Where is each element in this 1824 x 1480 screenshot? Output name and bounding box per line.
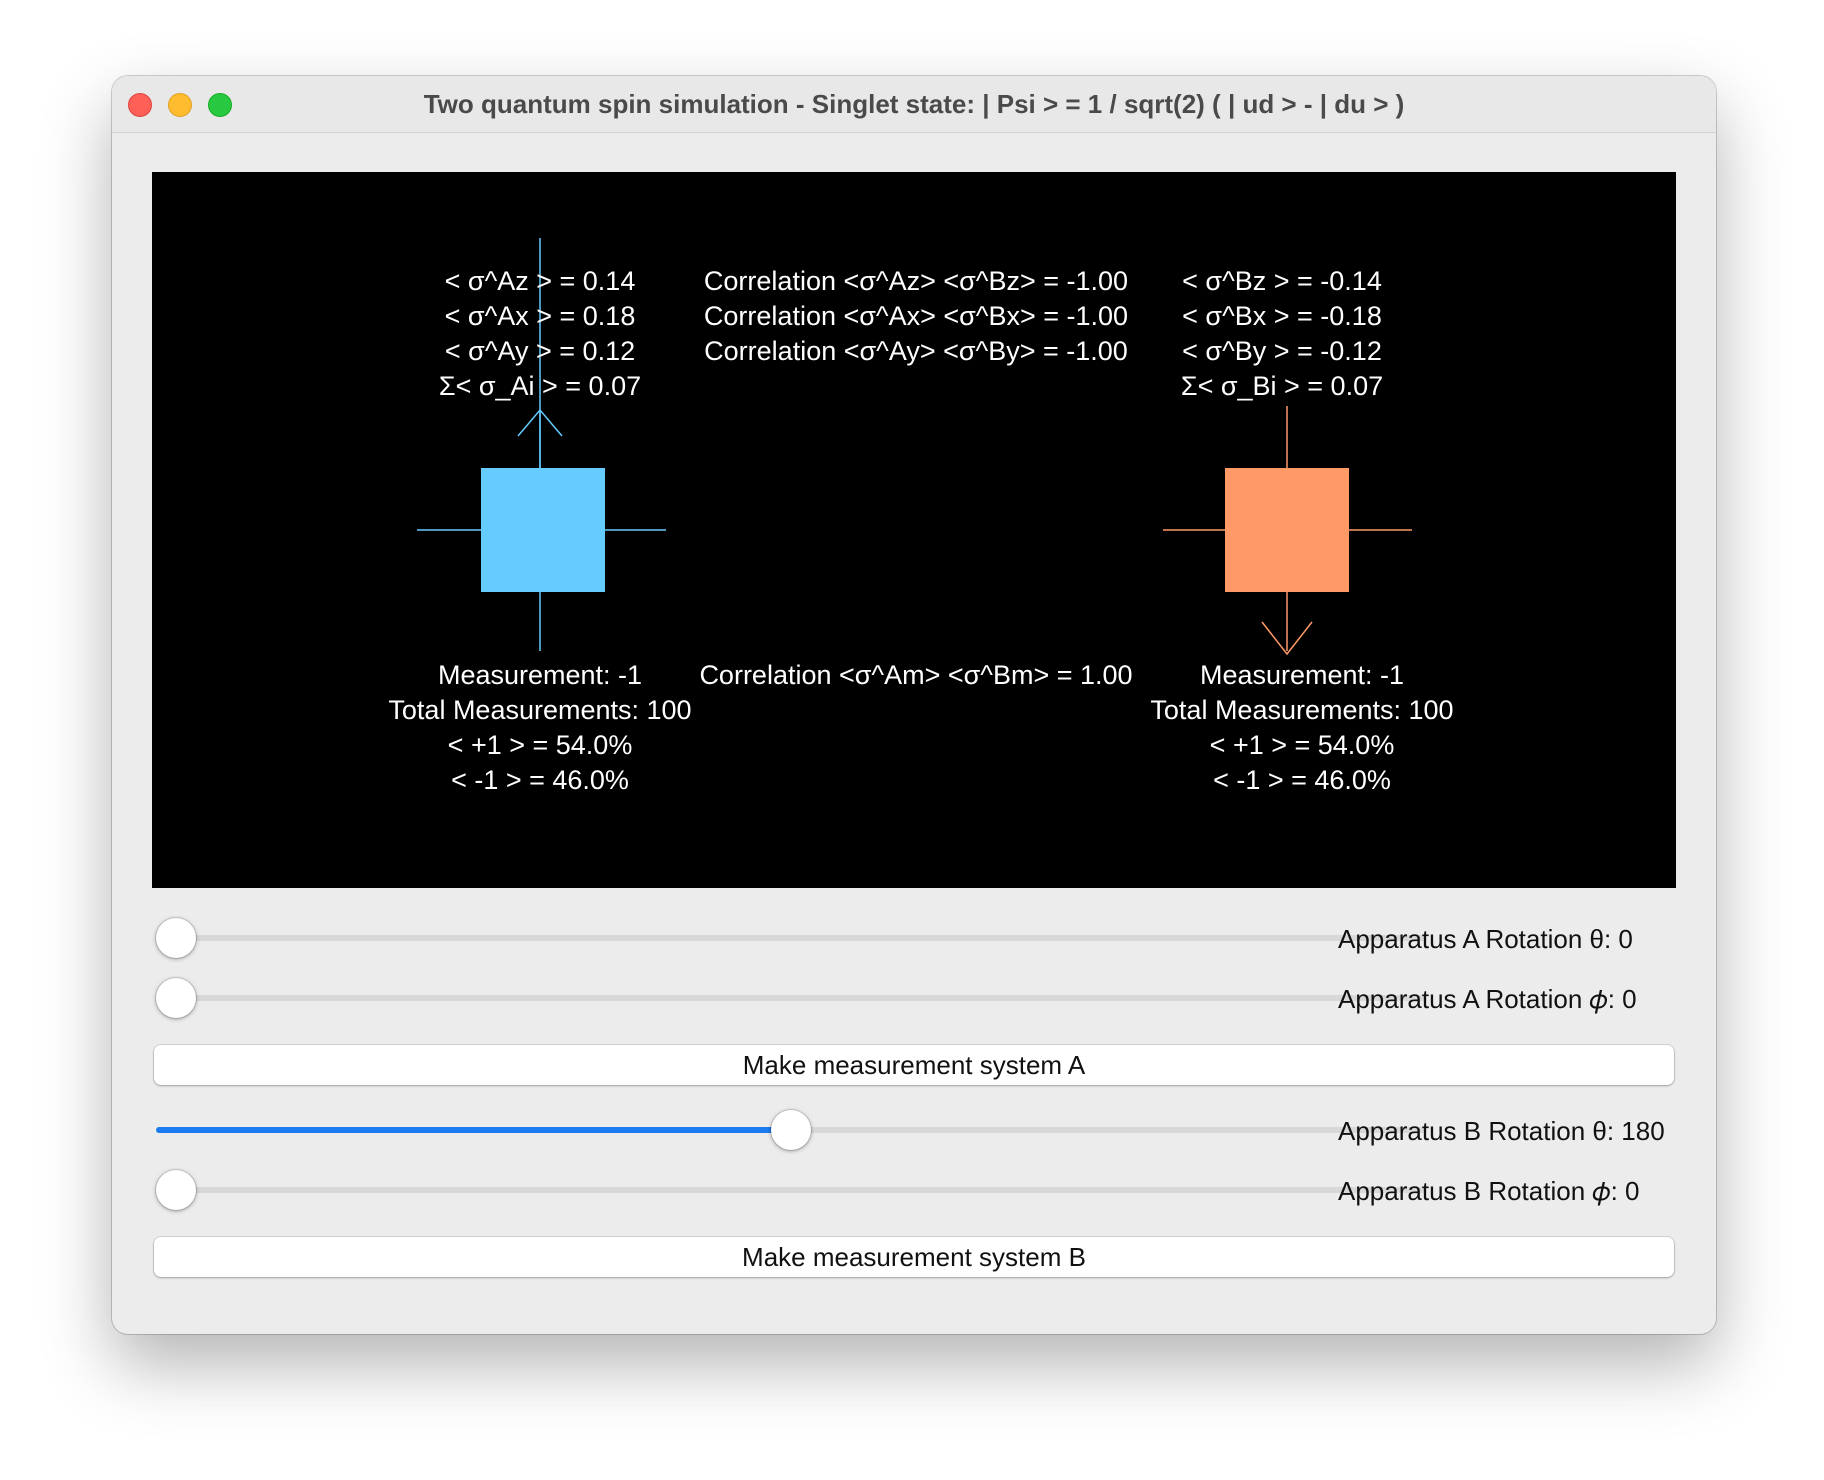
measure-system-a-button[interactable]: Make measurement system A <box>154 1045 1674 1085</box>
measured-correlation: Correlation <σ^Am> <σ^Bm> = 1.00 <box>686 658 1146 693</box>
a-theta-label: Apparatus A Rotation θ: 0 <box>1338 924 1633 954</box>
correlation-m: Correlation <σ^Am> <σ^Bm> = 1.00 <box>699 660 1133 690</box>
system-b-measurement: Measurement: -1 <box>1199 660 1405 690</box>
system-b-plus-ratio: < +1 > = 54.0% <box>1209 730 1395 760</box>
system-a-expectations: < σ^Az > = 0.14 < σ^Ax > = 0.18 < σ^Ay >… <box>395 264 685 404</box>
b-theta-slider-fill <box>156 1127 791 1133</box>
system-a-expectation-sum: Σ< σ_Ai > = 0.07 <box>438 371 642 401</box>
system-b-expectation-y: < σ^By > = -0.12 <box>1182 336 1382 366</box>
correlation-block: Correlation <σ^Az> <σ^Bz> = -1.00 Correl… <box>686 264 1146 369</box>
correlation-x: Correlation <σ^Ax> <σ^Bx> = -1.00 <box>703 301 1129 331</box>
a-phi-slider-thumb[interactable] <box>156 978 196 1018</box>
system-b-expectation-x: < σ^Bx > = -0.18 <box>1182 301 1382 331</box>
a-phi-slider[interactable] <box>156 978 1426 1018</box>
system-a-expectation-y: < σ^Ay > = 0.12 <box>444 336 636 366</box>
correlation-z: Correlation <σ^Az> <σ^Bz> = -1.00 <box>703 266 1129 296</box>
title-bar: Two quantum spin simulation - Singlet st… <box>112 76 1716 133</box>
system-a-measurement-stats: Measurement: -1 Total Measurements: 100 … <box>370 658 710 798</box>
app-window: Two quantum spin simulation - Singlet st… <box>112 76 1716 1334</box>
system-a-expectation-z: < σ^Az > = 0.14 <box>444 266 636 296</box>
system-b-apparatus <box>1163 406 1412 656</box>
b-phi-label: Apparatus B Rotation 𝜙: 0 <box>1338 1176 1640 1206</box>
system-a-plus-ratio: < +1 > = 54.0% <box>447 730 633 760</box>
system-b-expectations: < σ^Bz > = -0.14 < σ^Bx > = -0.18 < σ^By… <box>1152 264 1412 404</box>
b-theta-label: Apparatus B Rotation θ: 180 <box>1338 1116 1665 1146</box>
system-a-minus-ratio: < -1 > = 46.0% <box>451 765 629 795</box>
b-phi-slider[interactable] <box>156 1170 1426 1210</box>
a-phi-label: Apparatus A Rotation 𝜙: 0 <box>1338 984 1637 1014</box>
measure-system-b-button[interactable]: Make measurement system B <box>154 1237 1674 1277</box>
b-phi-slider-thumb[interactable] <box>156 1170 196 1210</box>
system-b-spin-box <box>1225 468 1349 592</box>
correlation-y: Correlation <σ^Ay> <σ^By> = -1.00 <box>704 336 1128 366</box>
system-a-spin-box <box>481 468 605 592</box>
system-a-total: Total Measurements: 100 <box>388 695 692 725</box>
window-title: Two quantum spin simulation - Singlet st… <box>423 89 1405 119</box>
a-theta-slider-thumb[interactable] <box>156 918 196 958</box>
system-b-minus-ratio: < -1 > = 46.0% <box>1213 765 1391 795</box>
b-theta-slider[interactable] <box>156 1110 1426 1150</box>
b-theta-slider-thumb[interactable] <box>771 1110 811 1150</box>
system-b-total: Total Measurements: 100 <box>1150 695 1454 725</box>
system-a-measurement: Measurement: -1 <box>437 660 643 690</box>
system-b-expectation-z: < σ^Bz > = -0.14 <box>1182 266 1382 296</box>
system-b-measurement-stats: Measurement: -1 Total Measurements: 100 … <box>1132 658 1472 798</box>
a-theta-slider[interactable] <box>156 918 1426 958</box>
system-b-expectation-sum: Σ< σ_Bi > = 0.07 <box>1180 371 1384 401</box>
system-a-expectation-x: < σ^Ax > = 0.18 <box>444 301 636 331</box>
simulation-canvas: < σ^Az > = 0.14 < σ^Ax > = 0.18 < σ^Ay >… <box>152 172 1676 888</box>
